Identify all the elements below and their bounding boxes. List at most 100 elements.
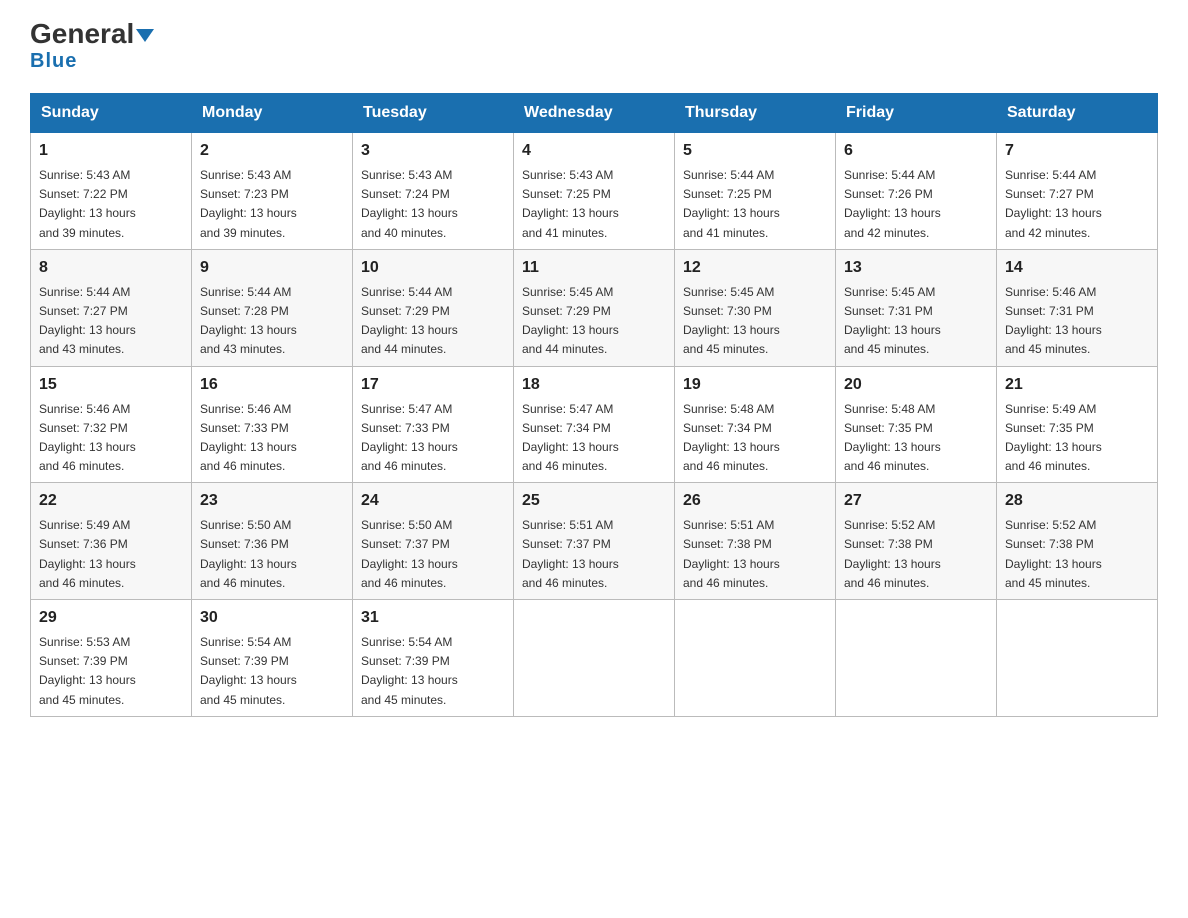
day-info: Sunrise: 5:44 AMSunset: 7:29 PMDaylight:… bbox=[361, 283, 505, 360]
day-number: 3 bbox=[361, 139, 505, 163]
calendar-cell: 18 Sunrise: 5:47 AMSunset: 7:34 PMDaylig… bbox=[514, 366, 675, 483]
calendar-cell: 24 Sunrise: 5:50 AMSunset: 7:37 PMDaylig… bbox=[353, 483, 514, 600]
weekday-header-thursday: Thursday bbox=[675, 94, 836, 133]
day-info: Sunrise: 5:48 AMSunset: 7:34 PMDaylight:… bbox=[683, 400, 827, 477]
day-info: Sunrise: 5:50 AMSunset: 7:36 PMDaylight:… bbox=[200, 516, 344, 593]
calendar-cell: 14 Sunrise: 5:46 AMSunset: 7:31 PMDaylig… bbox=[997, 249, 1158, 366]
day-info: Sunrise: 5:53 AMSunset: 7:39 PMDaylight:… bbox=[39, 633, 183, 710]
calendar-cell: 3 Sunrise: 5:43 AMSunset: 7:24 PMDayligh… bbox=[353, 133, 514, 250]
day-info: Sunrise: 5:46 AMSunset: 7:33 PMDaylight:… bbox=[200, 400, 344, 477]
day-info: Sunrise: 5:45 AMSunset: 7:30 PMDaylight:… bbox=[683, 283, 827, 360]
day-info: Sunrise: 5:43 AMSunset: 7:23 PMDaylight:… bbox=[200, 166, 344, 243]
calendar-week-row: 29 Sunrise: 5:53 AMSunset: 7:39 PMDaylig… bbox=[31, 600, 1158, 717]
day-number: 29 bbox=[39, 606, 183, 630]
calendar-cell: 30 Sunrise: 5:54 AMSunset: 7:39 PMDaylig… bbox=[192, 600, 353, 717]
calendar-cell: 5 Sunrise: 5:44 AMSunset: 7:25 PMDayligh… bbox=[675, 133, 836, 250]
logo-text: General bbox=[30, 20, 154, 48]
day-info: Sunrise: 5:48 AMSunset: 7:35 PMDaylight:… bbox=[844, 400, 988, 477]
day-number: 13 bbox=[844, 256, 988, 280]
day-number: 10 bbox=[361, 256, 505, 280]
day-info: Sunrise: 5:44 AMSunset: 7:26 PMDaylight:… bbox=[844, 166, 988, 243]
day-number: 26 bbox=[683, 489, 827, 513]
day-info: Sunrise: 5:50 AMSunset: 7:37 PMDaylight:… bbox=[361, 516, 505, 593]
calendar-cell bbox=[997, 600, 1158, 717]
calendar-cell: 11 Sunrise: 5:45 AMSunset: 7:29 PMDaylig… bbox=[514, 249, 675, 366]
weekday-header-monday: Monday bbox=[192, 94, 353, 133]
day-number: 27 bbox=[844, 489, 988, 513]
calendar-week-row: 22 Sunrise: 5:49 AMSunset: 7:36 PMDaylig… bbox=[31, 483, 1158, 600]
calendar-table: SundayMondayTuesdayWednesdayThursdayFrid… bbox=[30, 93, 1158, 717]
day-number: 19 bbox=[683, 373, 827, 397]
day-info: Sunrise: 5:52 AMSunset: 7:38 PMDaylight:… bbox=[1005, 516, 1149, 593]
calendar-cell: 8 Sunrise: 5:44 AMSunset: 7:27 PMDayligh… bbox=[31, 249, 192, 366]
day-number: 6 bbox=[844, 139, 988, 163]
day-number: 17 bbox=[361, 373, 505, 397]
weekday-header-sunday: Sunday bbox=[31, 94, 192, 133]
day-number: 21 bbox=[1005, 373, 1149, 397]
day-info: Sunrise: 5:44 AMSunset: 7:27 PMDaylight:… bbox=[1005, 166, 1149, 243]
calendar-cell: 10 Sunrise: 5:44 AMSunset: 7:29 PMDaylig… bbox=[353, 249, 514, 366]
day-info: Sunrise: 5:47 AMSunset: 7:33 PMDaylight:… bbox=[361, 400, 505, 477]
calendar-cell: 9 Sunrise: 5:44 AMSunset: 7:28 PMDayligh… bbox=[192, 249, 353, 366]
calendar-cell: 26 Sunrise: 5:51 AMSunset: 7:38 PMDaylig… bbox=[675, 483, 836, 600]
day-info: Sunrise: 5:45 AMSunset: 7:31 PMDaylight:… bbox=[844, 283, 988, 360]
day-info: Sunrise: 5:46 AMSunset: 7:32 PMDaylight:… bbox=[39, 400, 183, 477]
calendar-week-row: 15 Sunrise: 5:46 AMSunset: 7:32 PMDaylig… bbox=[31, 366, 1158, 483]
day-number: 8 bbox=[39, 256, 183, 280]
day-info: Sunrise: 5:49 AMSunset: 7:35 PMDaylight:… bbox=[1005, 400, 1149, 477]
day-info: Sunrise: 5:47 AMSunset: 7:34 PMDaylight:… bbox=[522, 400, 666, 477]
calendar-cell: 31 Sunrise: 5:54 AMSunset: 7:39 PMDaylig… bbox=[353, 600, 514, 717]
day-number: 25 bbox=[522, 489, 666, 513]
day-number: 12 bbox=[683, 256, 827, 280]
weekday-header-row: SundayMondayTuesdayWednesdayThursdayFrid… bbox=[31, 94, 1158, 133]
calendar-cell: 23 Sunrise: 5:50 AMSunset: 7:36 PMDaylig… bbox=[192, 483, 353, 600]
calendar-cell bbox=[675, 600, 836, 717]
header: General Blue bbox=[30, 20, 1158, 73]
day-number: 4 bbox=[522, 139, 666, 163]
calendar-cell: 1 Sunrise: 5:43 AMSunset: 7:22 PMDayligh… bbox=[31, 133, 192, 250]
day-number: 23 bbox=[200, 489, 344, 513]
day-info: Sunrise: 5:52 AMSunset: 7:38 PMDaylight:… bbox=[844, 516, 988, 593]
calendar-cell bbox=[514, 600, 675, 717]
day-info: Sunrise: 5:54 AMSunset: 7:39 PMDaylight:… bbox=[361, 633, 505, 710]
day-info: Sunrise: 5:51 AMSunset: 7:37 PMDaylight:… bbox=[522, 516, 666, 593]
day-number: 24 bbox=[361, 489, 505, 513]
calendar-cell: 29 Sunrise: 5:53 AMSunset: 7:39 PMDaylig… bbox=[31, 600, 192, 717]
calendar-week-row: 1 Sunrise: 5:43 AMSunset: 7:22 PMDayligh… bbox=[31, 133, 1158, 250]
day-info: Sunrise: 5:44 AMSunset: 7:28 PMDaylight:… bbox=[200, 283, 344, 360]
day-number: 16 bbox=[200, 373, 344, 397]
day-number: 11 bbox=[522, 256, 666, 280]
calendar-cell: 15 Sunrise: 5:46 AMSunset: 7:32 PMDaylig… bbox=[31, 366, 192, 483]
day-number: 14 bbox=[1005, 256, 1149, 280]
calendar-cell: 20 Sunrise: 5:48 AMSunset: 7:35 PMDaylig… bbox=[836, 366, 997, 483]
day-info: Sunrise: 5:54 AMSunset: 7:39 PMDaylight:… bbox=[200, 633, 344, 710]
day-number: 18 bbox=[522, 373, 666, 397]
day-number: 28 bbox=[1005, 489, 1149, 513]
calendar-week-row: 8 Sunrise: 5:44 AMSunset: 7:27 PMDayligh… bbox=[31, 249, 1158, 366]
calendar-cell: 7 Sunrise: 5:44 AMSunset: 7:27 PMDayligh… bbox=[997, 133, 1158, 250]
calendar-cell: 25 Sunrise: 5:51 AMSunset: 7:37 PMDaylig… bbox=[514, 483, 675, 600]
logo-general: General bbox=[30, 18, 134, 49]
calendar-cell: 17 Sunrise: 5:47 AMSunset: 7:33 PMDaylig… bbox=[353, 366, 514, 483]
day-number: 22 bbox=[39, 489, 183, 513]
day-info: Sunrise: 5:49 AMSunset: 7:36 PMDaylight:… bbox=[39, 516, 183, 593]
calendar-cell: 2 Sunrise: 5:43 AMSunset: 7:23 PMDayligh… bbox=[192, 133, 353, 250]
day-info: Sunrise: 5:44 AMSunset: 7:27 PMDaylight:… bbox=[39, 283, 183, 360]
day-info: Sunrise: 5:43 AMSunset: 7:25 PMDaylight:… bbox=[522, 166, 666, 243]
calendar-cell: 16 Sunrise: 5:46 AMSunset: 7:33 PMDaylig… bbox=[192, 366, 353, 483]
logo-blue: Blue bbox=[30, 50, 77, 73]
day-info: Sunrise: 5:46 AMSunset: 7:31 PMDaylight:… bbox=[1005, 283, 1149, 360]
day-info: Sunrise: 5:45 AMSunset: 7:29 PMDaylight:… bbox=[522, 283, 666, 360]
calendar-cell: 4 Sunrise: 5:43 AMSunset: 7:25 PMDayligh… bbox=[514, 133, 675, 250]
calendar-cell: 12 Sunrise: 5:45 AMSunset: 7:30 PMDaylig… bbox=[675, 249, 836, 366]
calendar-cell: 19 Sunrise: 5:48 AMSunset: 7:34 PMDaylig… bbox=[675, 366, 836, 483]
weekday-header-tuesday: Tuesday bbox=[353, 94, 514, 133]
weekday-header-saturday: Saturday bbox=[997, 94, 1158, 133]
calendar-cell: 13 Sunrise: 5:45 AMSunset: 7:31 PMDaylig… bbox=[836, 249, 997, 366]
day-number: 15 bbox=[39, 373, 183, 397]
calendar-cell: 27 Sunrise: 5:52 AMSunset: 7:38 PMDaylig… bbox=[836, 483, 997, 600]
day-info: Sunrise: 5:44 AMSunset: 7:25 PMDaylight:… bbox=[683, 166, 827, 243]
calendar-cell bbox=[836, 600, 997, 717]
day-number: 5 bbox=[683, 139, 827, 163]
day-info: Sunrise: 5:51 AMSunset: 7:38 PMDaylight:… bbox=[683, 516, 827, 593]
